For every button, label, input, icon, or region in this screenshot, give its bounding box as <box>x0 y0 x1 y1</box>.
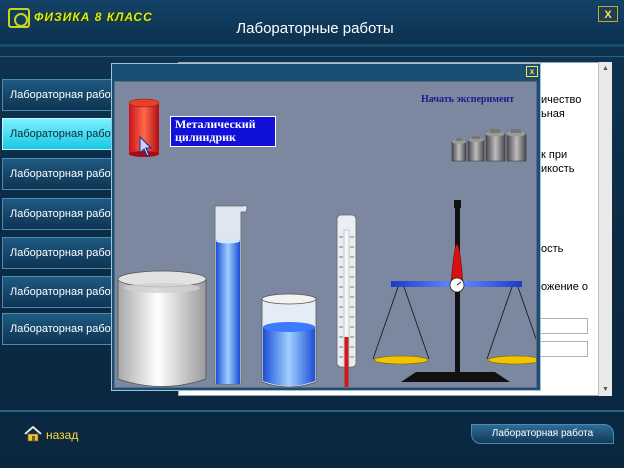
popup-close-button[interactable]: x <box>526 66 538 77</box>
doc-text-fragment: к при <box>541 149 568 161</box>
footer-divider <box>0 410 624 412</box>
large-beaker-icon[interactable] <box>117 270 207 387</box>
header-divider <box>0 44 624 47</box>
app-logo-icon <box>8 8 30 28</box>
object-name-line2: цилиндрик <box>175 130 236 144</box>
thermometer-icon[interactable] <box>336 214 357 387</box>
doc-text-fragment: ичество <box>541 94 582 106</box>
home-icon[interactable] <box>24 426 42 442</box>
doc-text-fragment: икость <box>541 163 575 175</box>
answer-input-2[interactable] <box>538 341 588 357</box>
status-badge: Лабораторная работа <box>471 424 614 444</box>
measuring-cylinder-icon[interactable] <box>214 205 248 385</box>
back-link[interactable]: назад <box>46 428 78 442</box>
app-window: ФИЗИКА 8 КЛАСС Лабораторные работы X Лаб… <box>0 0 624 468</box>
close-app-button[interactable]: X <box>598 6 618 22</box>
answer-input-1[interactable] <box>538 318 588 334</box>
doc-text-fragment: ьная <box>541 108 565 120</box>
doc-text-fragment: ожение о <box>541 281 588 293</box>
doc-text-fragment: ость <box>541 243 564 255</box>
balance-scale-icon[interactable] <box>372 200 537 382</box>
document-scrollbar[interactable]: ▲ ▼ <box>598 62 612 396</box>
small-beaker-icon[interactable] <box>261 293 317 387</box>
app-title: ФИЗИКА 8 КЛАСС <box>34 10 153 24</box>
start-experiment-link[interactable]: Начать эксперимент <box>421 94 514 105</box>
scroll-up-icon[interactable]: ▲ <box>601 64 610 73</box>
header-decor-line <box>0 56 624 57</box>
object-name-label: Металический цилиндрик <box>170 116 276 147</box>
scroll-down-icon[interactable]: ▼ <box>601 385 610 394</box>
page-title: Лабораторные работы <box>236 20 394 37</box>
weights-icon[interactable] <box>451 129 527 162</box>
